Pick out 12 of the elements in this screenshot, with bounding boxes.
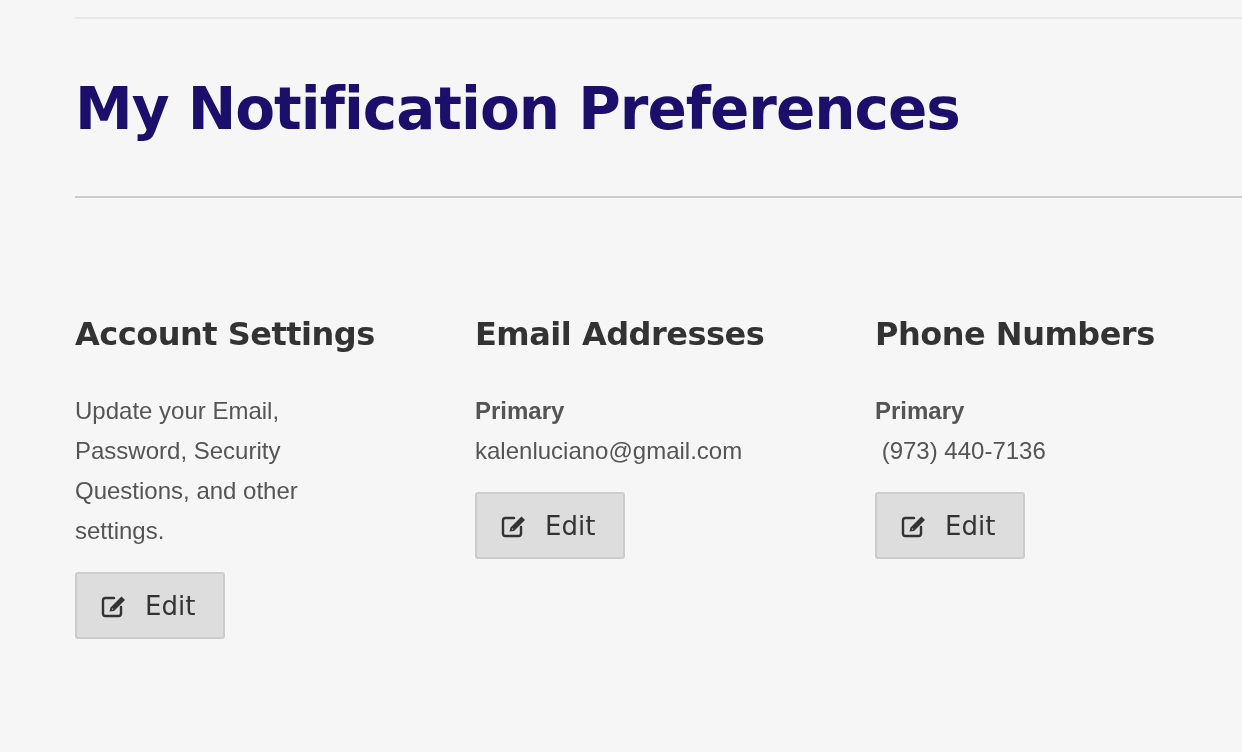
contact-label: Primary — [475, 396, 566, 426]
contact-label: Primary — [875, 396, 966, 426]
section-heading: Email Addresses — [475, 314, 766, 355]
section-description: Update your Email, Password, Security Questions, and other settings. — [75, 396, 299, 546]
edit-button[interactable]: Edit — [475, 492, 625, 559]
edit-button[interactable]: Edit — [875, 492, 1025, 559]
edit-button[interactable]: Edit — [75, 572, 225, 639]
page-title: My Notification Preferences — [75, 73, 960, 145]
section-heading: Account Settings — [75, 314, 376, 355]
contact-value: kalenluciano@gmail.com — [475, 436, 744, 466]
contact-value: (973) 440-7136 — [880, 436, 1047, 466]
section-heading: Phone Numbers — [875, 314, 1156, 355]
